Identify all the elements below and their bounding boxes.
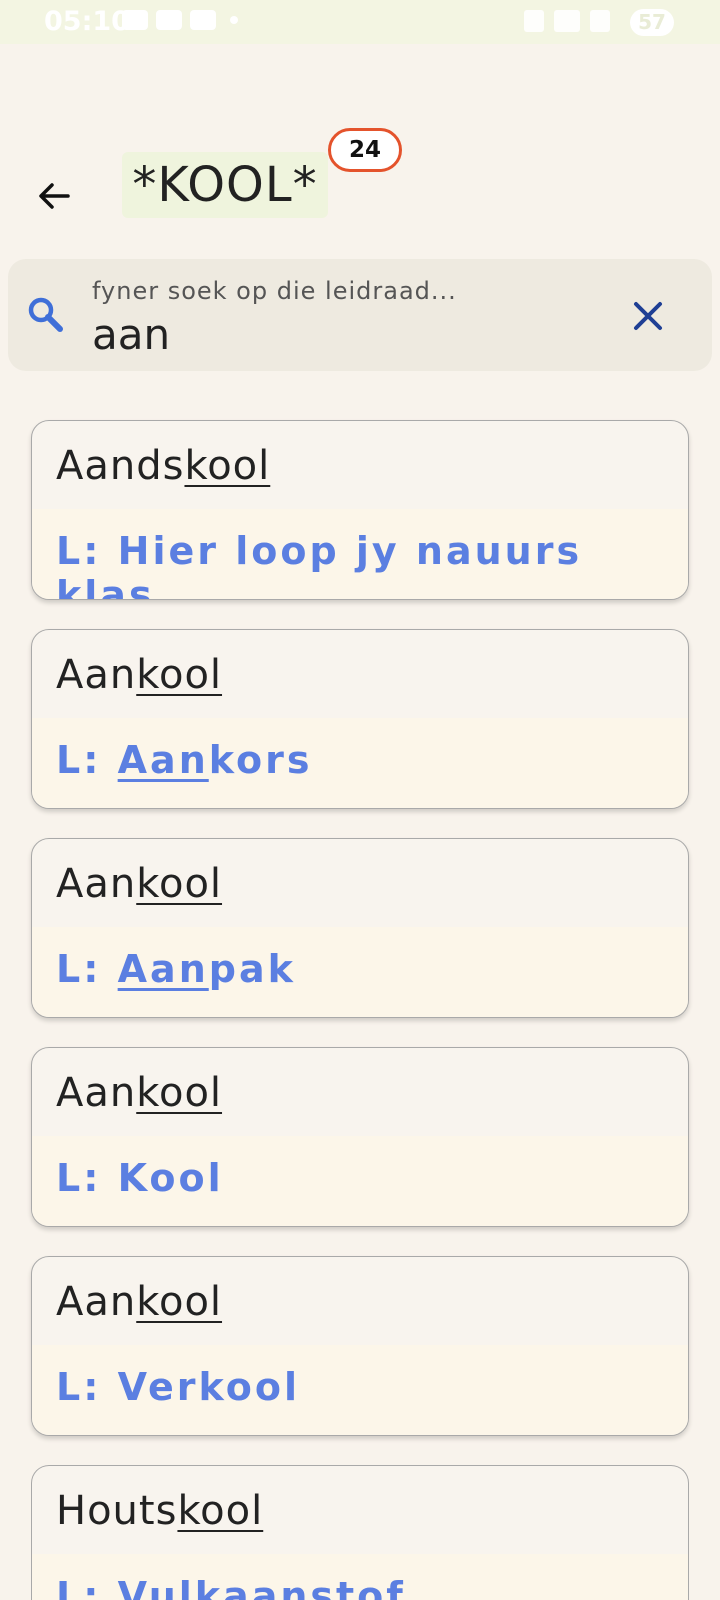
search-bar: fyner soek op die leidraad... <box>8 259 712 371</box>
result-word: Houtskool <box>56 1488 264 1534</box>
page-title: *KOOL* <box>122 152 328 218</box>
result-word: Aankool <box>56 652 223 698</box>
signal-icon <box>590 10 610 32</box>
youtube-icon <box>190 10 216 30</box>
result-word: Aankool <box>56 1070 223 1116</box>
result-card[interactable]: Aankool L: Verkool <box>31 1256 689 1436</box>
clear-search-button[interactable] <box>628 296 668 336</box>
more-notifications-icon <box>230 16 238 24</box>
arrow-left-icon <box>39 183 70 209</box>
result-clue: L: Aanpak <box>32 927 688 1017</box>
result-count-badge: 24 <box>328 128 402 172</box>
result-clue: L: Aankors <box>32 718 688 808</box>
result-clue: L: Vulkaanstof <box>32 1554 688 1600</box>
notification-icons <box>122 10 238 30</box>
search-input[interactable] <box>92 309 592 359</box>
youtube-icon <box>156 10 182 30</box>
wifi-icon <box>554 10 580 32</box>
result-clue: L: Verkool <box>32 1345 688 1435</box>
battery-icon: 57 <box>630 9 674 36</box>
result-card[interactable]: Aankool L: Aanpak <box>31 838 689 1018</box>
screenshot-icon <box>122 10 148 30</box>
close-icon <box>634 302 662 330</box>
mute-icon <box>524 10 544 32</box>
search-placeholder: fyner soek op die leidraad... <box>92 277 457 305</box>
back-button[interactable] <box>30 172 78 220</box>
result-card[interactable]: Aankool L: Aankors <box>31 629 689 809</box>
result-card[interactable]: Aankool L: Kool <box>31 1047 689 1227</box>
system-icons <box>524 10 610 32</box>
result-word: Aandskool <box>56 443 271 489</box>
result-word: Aankool <box>56 861 223 907</box>
result-card[interactable]: Aandskool L: Hier loop jy nauurs klas <box>31 420 689 600</box>
result-word: Aankool <box>56 1279 223 1325</box>
result-card[interactable]: Houtskool L: Vulkaanstof <box>31 1465 689 1600</box>
result-clue: L: Hier loop jy nauurs klas <box>32 509 688 599</box>
status-bar: 05:10 57 <box>0 0 720 44</box>
magnifier-icon <box>28 297 63 332</box>
status-time: 05:10 <box>44 6 130 37</box>
result-clue: L: Kool <box>32 1136 688 1226</box>
